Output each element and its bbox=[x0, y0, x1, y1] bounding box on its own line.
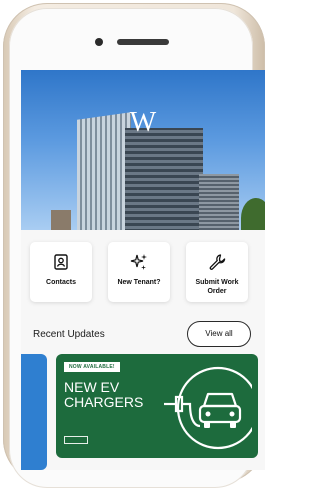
front-camera bbox=[95, 38, 103, 46]
contact-card-icon bbox=[30, 253, 92, 271]
card-headline: NEW EV CHARGERS bbox=[64, 379, 144, 410]
previous-update-card[interactable] bbox=[21, 354, 47, 470]
building-tower-right bbox=[199, 174, 239, 230]
tree bbox=[241, 198, 265, 230]
view-all-button[interactable]: View all bbox=[187, 321, 251, 347]
earpiece-speaker bbox=[117, 39, 169, 45]
new-tenant-button[interactable]: New Tenant? bbox=[108, 242, 170, 302]
contacts-button[interactable]: Contacts bbox=[30, 242, 92, 302]
building-tower-left bbox=[77, 112, 131, 230]
recent-updates-heading: Recent Updates bbox=[33, 329, 105, 340]
ev-chargers-update-card[interactable]: NOW AVAILABLE! NEW EV CHARGERS bbox=[56, 354, 258, 458]
brand-logo: W bbox=[129, 107, 157, 138]
new-tenant-label: New Tenant? bbox=[117, 279, 161, 286]
card-fine-print bbox=[64, 414, 154, 426]
hero-image: W bbox=[21, 70, 265, 230]
building-small bbox=[51, 210, 71, 230]
wrench-icon bbox=[186, 253, 248, 271]
submit-work-order-label: Submit Work Order bbox=[195, 279, 239, 295]
ev-charger-car-icon bbox=[164, 366, 252, 450]
sponsor-logo bbox=[64, 436, 88, 444]
sparkles-icon bbox=[108, 253, 170, 271]
contacts-label: Contacts bbox=[46, 279, 76, 286]
now-available-badge: NOW AVAILABLE! bbox=[64, 362, 120, 372]
app-screen: W Contacts New Tenant? Submit Work Order… bbox=[21, 70, 265, 470]
building-tower-center bbox=[125, 128, 203, 230]
submit-work-order-button[interactable]: Submit Work Order bbox=[186, 242, 248, 302]
